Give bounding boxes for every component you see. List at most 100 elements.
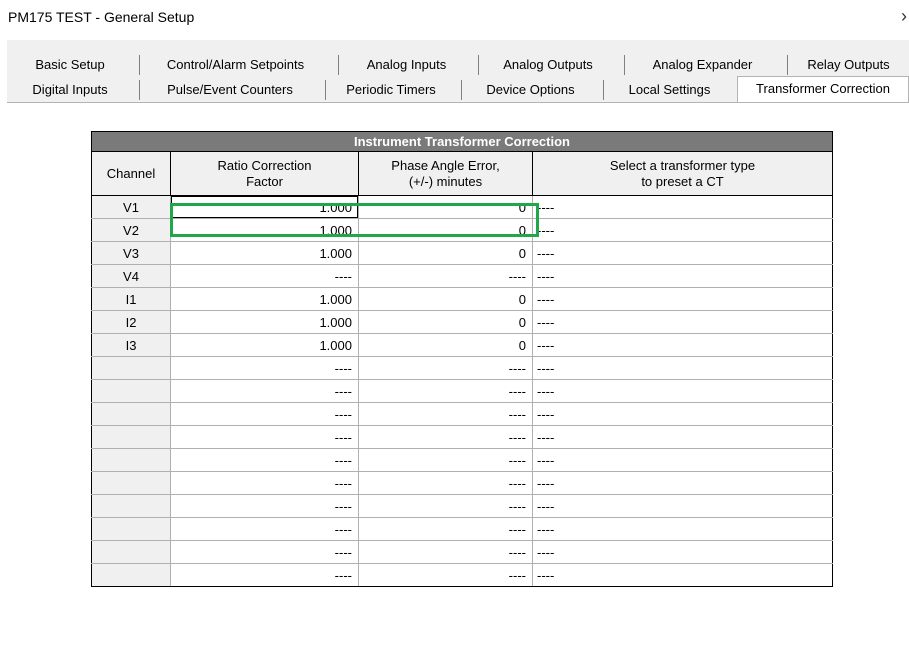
phase-angle-cell[interactable]: ---- — [358, 494, 533, 518]
ratio-correction-cell[interactable]: ---- — [170, 425, 359, 449]
transformer-type-cell[interactable]: ---- — [532, 540, 833, 564]
ratio-correction-cell[interactable]: 1.000 — [170, 218, 359, 242]
ratio-correction-cell[interactable]: ---- — [170, 540, 359, 564]
table-row: ---- ---- ---- — [91, 356, 833, 380]
ratio-correction-cell[interactable]: ---- — [170, 494, 359, 518]
table-row: I1 1.000 0 ---- — [91, 287, 833, 311]
transformer-correction-panel: Instrument Transformer Correction Channe… — [7, 102, 909, 662]
ratio-correction-cell[interactable]: ---- — [170, 517, 359, 541]
phase-angle-cell[interactable]: ---- — [358, 379, 533, 403]
phase-angle-cell[interactable]: ---- — [358, 356, 533, 380]
transformer-type-cell[interactable]: ---- — [532, 494, 833, 518]
table-row: V2 1.000 0 ---- — [91, 218, 833, 242]
table-row: ---- ---- ---- — [91, 563, 833, 587]
tab-control-alarm-setpoints[interactable]: Control/Alarm Setpoints — [139, 55, 331, 75]
channel-cell: V3 — [91, 241, 171, 265]
ratio-correction-cell[interactable]: 1.000 — [170, 333, 359, 357]
phase-angle-cell[interactable]: 0 — [358, 218, 533, 242]
channel-cell — [91, 494, 171, 518]
tab-relay-outputs[interactable]: Relay Outputs — [787, 55, 909, 75]
ratio-correction-cell[interactable]: ---- — [170, 264, 359, 288]
table-row: ---- ---- ---- — [91, 517, 833, 541]
ratio-correction-cell[interactable]: 1.000 — [170, 195, 359, 219]
phase-angle-cell[interactable]: 0 — [358, 310, 533, 334]
ratio-correction-cell[interactable]: ---- — [170, 379, 359, 403]
transformer-type-cell[interactable]: ---- — [532, 563, 833, 587]
transformer-type-cell[interactable]: ---- — [532, 448, 833, 472]
transformer-type-cell[interactable]: ---- — [532, 195, 833, 219]
channel-cell — [91, 379, 171, 403]
title-bar: PM175 TEST - General Setup › — [0, 0, 909, 36]
transformer-type-cell[interactable]: ---- — [532, 333, 833, 357]
channel-cell: V2 — [91, 218, 171, 242]
transformer-type-cell[interactable]: ---- — [532, 264, 833, 288]
transformer-type-cell[interactable]: ---- — [532, 310, 833, 334]
ratio-correction-cell[interactable]: ---- — [170, 471, 359, 495]
tab-pulse-event-counters[interactable]: Pulse/Event Counters — [139, 80, 320, 100]
ratio-correction-cell[interactable]: ---- — [170, 563, 359, 587]
tab-analog-inputs[interactable]: Analog Inputs — [338, 55, 474, 75]
transformer-type-cell[interactable]: ---- — [532, 379, 833, 403]
channel-cell: I1 — [91, 287, 171, 311]
transformer-type-cell[interactable]: ---- — [532, 471, 833, 495]
transformer-type-cell[interactable]: ---- — [532, 356, 833, 380]
channel-cell — [91, 356, 171, 380]
transformer-type-cell[interactable]: ---- — [532, 517, 833, 541]
transformer-type-cell[interactable]: ---- — [532, 218, 833, 242]
ratio-correction-cell[interactable]: ---- — [170, 356, 359, 380]
phase-angle-cell[interactable]: 0 — [358, 195, 533, 219]
channel-cell — [91, 402, 171, 426]
channel-cell: V4 — [91, 264, 171, 288]
tab-basic-setup[interactable]: Basic Setup — [7, 55, 133, 75]
phase-angle-cell[interactable]: ---- — [358, 563, 533, 587]
table-row: ---- ---- ---- — [91, 379, 833, 403]
phase-angle-cell[interactable]: ---- — [358, 448, 533, 472]
transformer-type-cell[interactable]: ---- — [532, 425, 833, 449]
ratio-correction-cell[interactable]: 1.000 — [170, 310, 359, 334]
tab-analog-outputs[interactable]: Analog Outputs — [478, 55, 617, 75]
phase-angle-cell[interactable]: ---- — [358, 425, 533, 449]
channel-cell — [91, 471, 171, 495]
table-row: V3 1.000 0 ---- — [91, 241, 833, 265]
channel-cell — [91, 540, 171, 564]
ratio-correction-cell[interactable]: ---- — [170, 448, 359, 472]
channel-cell: I3 — [91, 333, 171, 357]
ratio-correction-cell[interactable]: 1.000 — [170, 287, 359, 311]
header-channel: Channel — [91, 151, 171, 196]
channel-cell — [91, 563, 171, 587]
phase-angle-cell[interactable]: ---- — [358, 517, 533, 541]
channel-cell — [91, 425, 171, 449]
header-phase-angle-error: Phase Angle Error, (+/-) minutes — [358, 151, 533, 196]
table-row: ---- ---- ---- — [91, 425, 833, 449]
phase-angle-cell[interactable]: ---- — [358, 264, 533, 288]
ratio-correction-cell[interactable]: 1.000 — [170, 241, 359, 265]
tab-transformer-correction[interactable]: Transformer Correction — [737, 76, 909, 102]
ratio-correction-cell[interactable]: ---- — [170, 402, 359, 426]
tab-periodic-timers[interactable]: Periodic Timers — [325, 80, 456, 100]
grid-caption: Instrument Transformer Correction — [91, 131, 833, 152]
transformer-type-cell[interactable]: ---- — [532, 287, 833, 311]
table-row: V1 1.000 0 ---- — [91, 195, 833, 219]
phase-angle-cell[interactable]: ---- — [358, 540, 533, 564]
phase-angle-cell[interactable]: ---- — [358, 471, 533, 495]
tab-analog-expander[interactable]: Analog Expander — [624, 55, 780, 75]
phase-angle-cell[interactable]: 0 — [358, 241, 533, 265]
tab-digital-inputs[interactable]: Digital Inputs — [7, 80, 133, 100]
tab-device-options[interactable]: Device Options — [461, 80, 599, 100]
table-row: V4 ---- ---- ---- — [91, 264, 833, 288]
phase-angle-cell[interactable]: 0 — [358, 287, 533, 311]
table-row: ---- ---- ---- — [91, 448, 833, 472]
table-row: ---- ---- ---- — [91, 540, 833, 564]
header-transformer-type: Select a transformer type to preset a CT — [532, 151, 833, 196]
table-row: ---- ---- ---- — [91, 494, 833, 518]
header-ratio-correction: Ratio Correction Factor — [170, 151, 359, 196]
phase-angle-cell[interactable]: 0 — [358, 333, 533, 357]
table-row: I2 1.000 0 ---- — [91, 310, 833, 334]
transformer-type-cell[interactable]: ---- — [532, 402, 833, 426]
transformer-type-cell[interactable]: ---- — [532, 241, 833, 265]
channel-cell — [91, 517, 171, 541]
phase-angle-cell[interactable]: ---- — [358, 402, 533, 426]
channel-cell: I2 — [91, 310, 171, 334]
tab-local-settings[interactable]: Local Settings — [603, 80, 735, 100]
close-icon[interactable]: › — [901, 6, 907, 27]
